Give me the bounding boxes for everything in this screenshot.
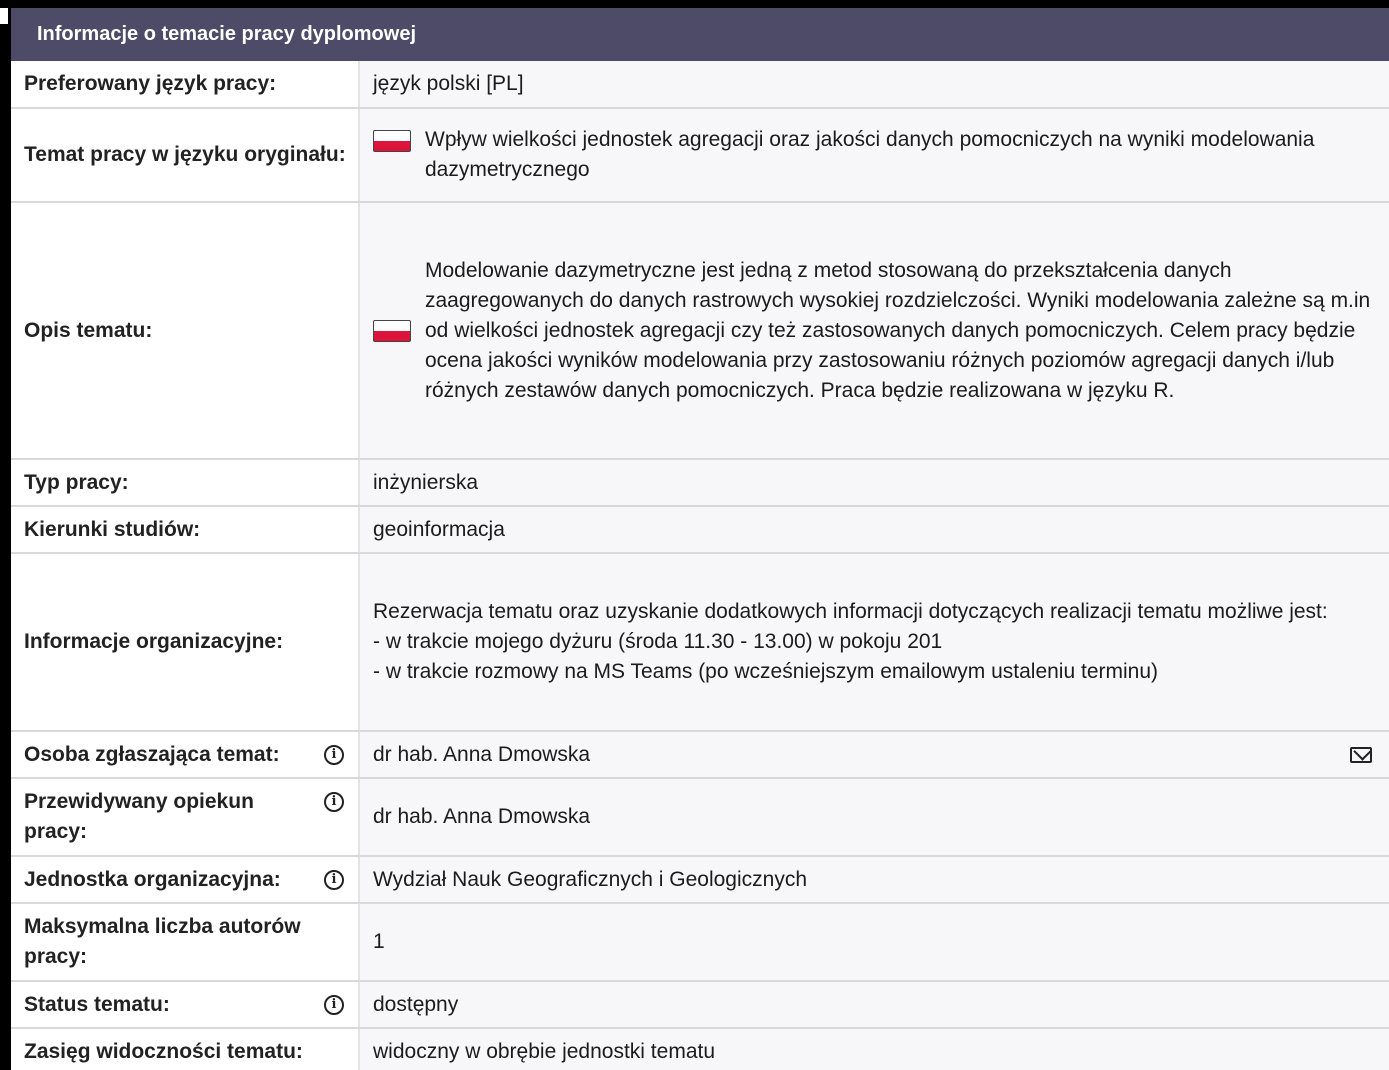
label-org-info: Informacje organizacyjne: bbox=[11, 553, 360, 732]
label-visibility: Zasięg widoczności tematu: bbox=[11, 1028, 360, 1070]
mail-icon[interactable] bbox=[1350, 746, 1372, 763]
label-submitter-wrap: Osoba zgłaszająca temat: i bbox=[24, 740, 346, 770]
label-description: Opis tematu: bbox=[11, 202, 360, 460]
row-description: Opis tematu: Modelowanie dazymetryczne j… bbox=[11, 202, 1389, 460]
value-topic: Wpływ wielkości jednostek agregacji oraz… bbox=[425, 128, 1315, 181]
value-status: dostępny bbox=[359, 981, 1389, 1029]
poland-flag-icon bbox=[373, 130, 411, 152]
value-unit: Wydział Nauk Geograficznych i Geologiczn… bbox=[359, 856, 1389, 904]
label-status: Status tematu: bbox=[24, 992, 170, 1016]
label-submitter-cell: Osoba zgłaszająca temat: i bbox=[11, 731, 360, 779]
org-info-line: Rezerwacja tematu oraz uzyskanie dodatko… bbox=[373, 600, 1328, 623]
poland-flag-icon bbox=[373, 319, 411, 342]
panel-title: Informacje o temacie pracy dyplomowej bbox=[37, 23, 417, 45]
row-max-authors: Maksymalna liczba autorów pracy: 1 bbox=[11, 903, 1389, 982]
info-icon[interactable]: i bbox=[324, 869, 344, 890]
label-supervisor-cell: Przewidywany opiekun pracy: i bbox=[11, 778, 360, 857]
value-visibility: widoczny w obrębie jednostki tematu bbox=[359, 1028, 1389, 1070]
row-visibility: Zasięg widoczności tematu: widoczny w ob… bbox=[11, 1028, 1389, 1070]
value-description-cell: Modelowanie dazymetryczne jest jedną z m… bbox=[359, 202, 1389, 460]
label-type: Typ pracy: bbox=[11, 459, 360, 507]
thesis-info-panel: Informacje o temacie pracy dyplomowej Pr… bbox=[11, 8, 1389, 1070]
panel-header: Informacje o temacie pracy dyplomowej bbox=[11, 8, 1389, 61]
value-description: Modelowanie dazymetryczne jest jedną z m… bbox=[425, 258, 1371, 402]
org-info-line: - w trakcie rozmowy na MS Teams (po wcze… bbox=[373, 660, 1159, 683]
label-unit: Jednostka organizacyjna: bbox=[24, 867, 281, 891]
info-icon[interactable]: i bbox=[324, 744, 344, 765]
thesis-info-table: Preferowany język pracy: język polski [P… bbox=[11, 61, 1389, 1070]
label-fields: Kierunki studiów: bbox=[11, 506, 360, 554]
label-status-cell: Status tematu: i bbox=[11, 981, 360, 1029]
row-supervisor: Przewidywany opiekun pracy: i dr hab. An… bbox=[11, 778, 1389, 857]
label-unit-cell: Jednostka organizacyjna: i bbox=[11, 856, 360, 904]
value-topic-cell: Wpływ wielkości jednostek agregacji oraz… bbox=[359, 108, 1389, 203]
value-org-info: Rezerwacja tematu oraz uzyskanie dodatko… bbox=[359, 553, 1389, 732]
top-black-strip bbox=[0, 0, 1389, 8]
value-submitter-cell: dr hab. Anna Dmowska bbox=[359, 731, 1389, 779]
label-status-wrap: Status tematu: i bbox=[24, 990, 346, 1020]
row-type: Typ pracy: inżynierska bbox=[11, 459, 1389, 507]
submitter-value-wrap: dr hab. Anna Dmowska bbox=[373, 740, 1377, 770]
label-max-authors: Maksymalna liczba autorów pracy: bbox=[11, 903, 360, 982]
row-org-info: Informacje organizacyjne: Rezerwacja tem… bbox=[11, 553, 1389, 732]
value-submitter: dr hab. Anna Dmowska bbox=[373, 742, 591, 766]
value-supervisor: dr hab. Anna Dmowska bbox=[359, 778, 1389, 857]
label-topic: Temat pracy w języku oryginału: bbox=[11, 108, 360, 203]
info-icon[interactable]: i bbox=[324, 792, 344, 812]
value-fields: geoinformacja bbox=[359, 506, 1389, 554]
label-supervisor: Przewidywany opiekun pracy: bbox=[24, 790, 254, 843]
row-language: Preferowany język pracy: język polski [P… bbox=[11, 61, 1389, 109]
label-language: Preferowany język pracy: bbox=[11, 61, 360, 109]
value-type: inżynierska bbox=[359, 459, 1389, 507]
row-fields: Kierunki studiów: geoinformacja bbox=[11, 506, 1389, 554]
org-info-line: - w trakcie mojego dyżuru (środa 11.30 -… bbox=[373, 630, 943, 653]
label-supervisor-wrap: Przewidywany opiekun pracy: i bbox=[24, 787, 346, 847]
topic-flag-row: Wpływ wielkości jednostek agregacji oraz… bbox=[373, 125, 1377, 185]
value-language: język polski [PL] bbox=[359, 61, 1389, 109]
info-icon[interactable]: i bbox=[324, 994, 344, 1015]
corner-mark bbox=[0, 8, 8, 24]
row-unit: Jednostka organizacyjna: i Wydział Nauk … bbox=[11, 856, 1389, 904]
description-flag-row: Modelowanie dazymetryczne jest jedną z m… bbox=[373, 256, 1377, 406]
label-unit-wrap: Jednostka organizacyjna: i bbox=[24, 865, 346, 895]
row-status: Status tematu: i dostępny bbox=[11, 981, 1389, 1029]
label-submitter: Osoba zgłaszająca temat: bbox=[24, 742, 280, 766]
row-topic: Temat pracy w języku oryginału: Wpływ wi… bbox=[11, 108, 1389, 203]
row-submitter: Osoba zgłaszająca temat: i dr hab. Anna … bbox=[11, 731, 1389, 779]
value-max-authors: 1 bbox=[359, 903, 1389, 982]
